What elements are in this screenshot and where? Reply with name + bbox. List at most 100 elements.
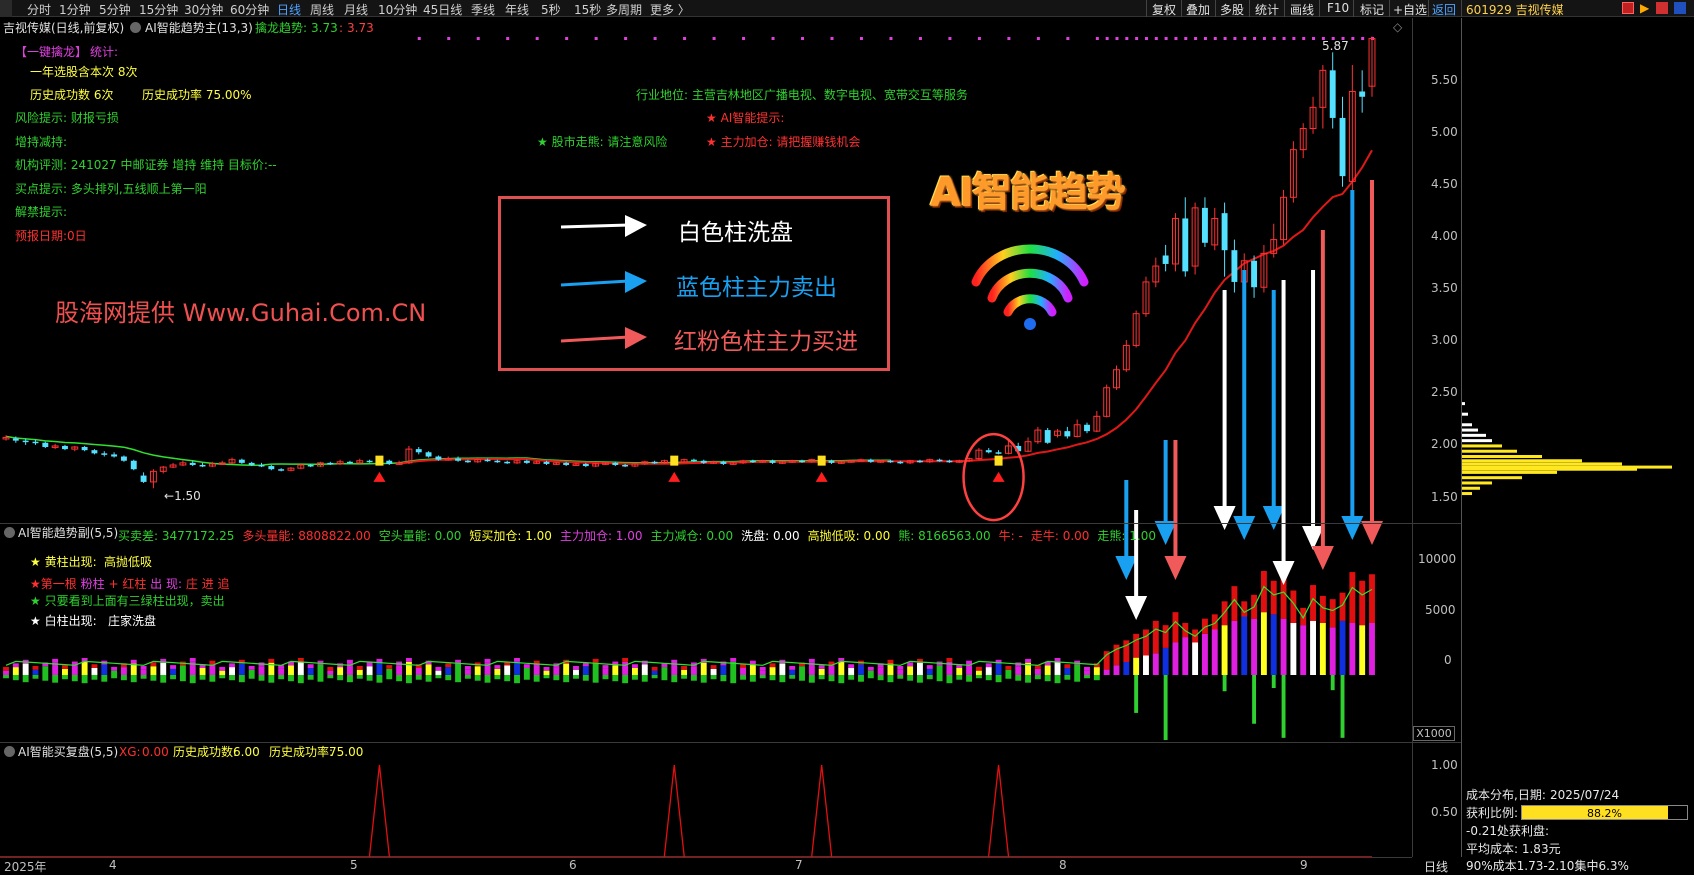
sub1-bar xyxy=(1201,633,1208,675)
watermark-text: 股海网提供 Www.Guhai.Com.CN xyxy=(55,299,427,327)
sub1-bar-neg xyxy=(238,675,245,683)
sub1-item-5: 主力减仓: 0.00 xyxy=(650,529,734,543)
sub1-bar-neg xyxy=(396,675,403,682)
sub1-bar-neg xyxy=(740,675,746,680)
sub1-bar-top xyxy=(130,659,137,664)
sub1-bar xyxy=(622,661,629,675)
sub1-bar-top xyxy=(297,658,304,662)
signal-arrow-head xyxy=(1262,506,1285,530)
top-signal-dot xyxy=(1066,37,1070,40)
note-red: 红柱 xyxy=(122,577,147,591)
sub1-bar xyxy=(91,668,98,675)
sub1-bar-neg xyxy=(730,675,737,684)
sub1-bar-neg xyxy=(347,675,353,683)
top-signal-dot xyxy=(859,37,863,40)
legend-arrows xyxy=(560,215,647,349)
sub1-y-tick-0: 0 xyxy=(1444,653,1452,667)
sub1-bar-neg xyxy=(278,675,285,680)
sub1-bar-neg xyxy=(641,675,648,682)
sub1-bar-top xyxy=(818,665,825,669)
sub1-bar-neg xyxy=(474,675,481,681)
sub1-bar xyxy=(710,668,717,675)
cost-90: 90%成本1.73-2.10集中6.3% xyxy=(1466,859,1629,873)
sub1-bar xyxy=(504,665,511,675)
main-indicator-name[interactable]: AI智能趋势主(13,3) xyxy=(145,22,253,34)
top-signal-dot xyxy=(1292,37,1296,40)
sub1-bar-top xyxy=(632,664,638,669)
sub1-bar xyxy=(1152,653,1159,675)
sub1-bar-neg xyxy=(887,675,894,683)
sub1-bar-top xyxy=(494,665,501,669)
sub1-bar-top xyxy=(523,664,530,669)
buy-triangle-icon xyxy=(992,471,1005,482)
sub1-bar-neg xyxy=(405,675,412,684)
risk-tip: 风险提示: 财报亏损 xyxy=(15,111,119,125)
sub1-bar xyxy=(1221,625,1228,675)
sub1-bar-neg xyxy=(799,675,805,681)
x-label-4: 4 xyxy=(109,858,117,872)
sub1-bar-neg xyxy=(22,675,29,683)
candle-body xyxy=(1044,430,1051,443)
top-signal-dot xyxy=(1036,37,1040,40)
profit-value: 88.2% xyxy=(1587,807,1622,820)
sub1-bar-top xyxy=(926,665,933,669)
indicator-toggle-icon[interactable] xyxy=(130,22,141,33)
sub1-bar-neg xyxy=(1281,675,1286,738)
sub1-bar-neg xyxy=(209,675,216,682)
top-signal-dot xyxy=(1095,37,1099,40)
x-axis-line xyxy=(0,857,1412,858)
sub1-bar-top xyxy=(484,658,491,663)
buy-triangle-icon xyxy=(815,471,828,482)
sub1-bar-neg xyxy=(189,675,196,684)
cost-date: 2025/07/24 xyxy=(1550,788,1620,802)
sub1-bar xyxy=(1211,629,1218,675)
top-signal-dot xyxy=(712,37,716,40)
period-daily-button[interactable]: 日线 xyxy=(1424,858,1448,875)
legend-blue-text: 蓝色柱主力卖出 xyxy=(676,275,837,301)
sub1-bar-neg xyxy=(248,675,255,679)
sub1-bar xyxy=(445,667,452,675)
top-signal-dot xyxy=(1233,37,1237,40)
sub1-bar xyxy=(592,662,599,675)
chip-distribution-bar xyxy=(1462,465,1672,469)
chip-distribution-bar xyxy=(1462,433,1486,437)
sub1-title[interactable]: AI智能趋势副(5,5) xyxy=(18,527,118,539)
candle-body xyxy=(425,452,432,457)
sub1-toggle-icon[interactable] xyxy=(4,527,15,538)
market-trend-tip: ★ 股市走熊: 请注意风险 xyxy=(537,135,668,149)
note-white-text: 庄家洗盘 xyxy=(108,614,157,628)
sub1-bar-neg xyxy=(1074,675,1081,682)
y-tick-350: 3.50 xyxy=(1431,281,1458,295)
sub1-bar-neg xyxy=(690,675,697,681)
sub1-bar xyxy=(1103,669,1110,675)
sub2-toggle-icon[interactable] xyxy=(4,746,15,757)
sub2-title[interactable]: AI智能买复盘(5,5) xyxy=(18,746,118,758)
note-yellow-label: ★ 黄柱出现: xyxy=(30,555,97,569)
chart-settings-icon[interactable]: ◇ xyxy=(1393,21,1402,33)
sub1-bar-top xyxy=(189,658,196,662)
top-signal-dot xyxy=(918,37,922,40)
sub1-bar-top xyxy=(730,658,737,662)
sub1-bar-neg xyxy=(376,675,383,683)
sub1-bar-neg xyxy=(130,675,137,683)
sub1-bar-top xyxy=(907,662,914,667)
sub1-bar xyxy=(1074,664,1081,675)
sub1-bar xyxy=(111,670,118,675)
sub1-item-0: 买卖差: 3477172.25 xyxy=(118,529,235,543)
candle-body xyxy=(985,450,992,453)
sub1-unit-label[interactable]: X1000 xyxy=(1413,726,1455,741)
sub1-bar xyxy=(150,666,157,675)
sub1-bar-neg xyxy=(229,675,235,681)
top-signal-dot xyxy=(1312,37,1316,40)
sub1-bar-top xyxy=(622,658,629,662)
sub1-bar-neg xyxy=(926,675,933,680)
sub1-bar xyxy=(71,665,78,675)
candle-body xyxy=(1359,91,1366,97)
sub1-bar-top xyxy=(219,666,226,671)
candle-body xyxy=(504,461,511,464)
sub1-bar-top xyxy=(1025,658,1031,663)
holding-change: 增持减持: xyxy=(15,135,68,149)
top-signal-dot xyxy=(1213,37,1217,40)
top-signal-dot xyxy=(948,37,952,40)
sub1-bar-neg xyxy=(1015,675,1022,681)
